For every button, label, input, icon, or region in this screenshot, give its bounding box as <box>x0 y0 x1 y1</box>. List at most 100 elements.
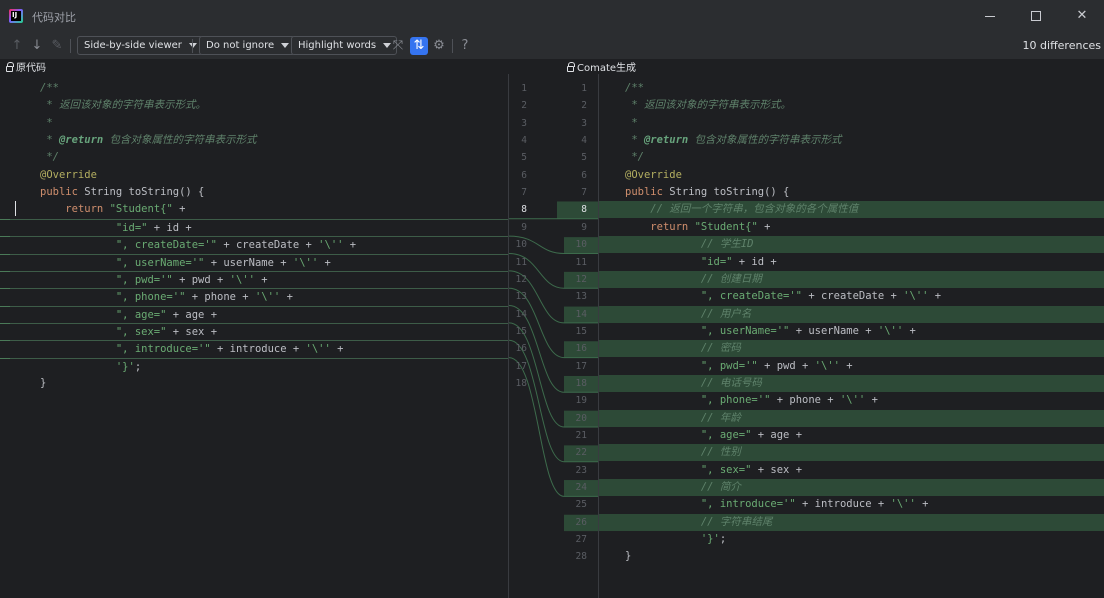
code-token: + <box>839 359 853 372</box>
pencil-icon[interactable]: ✎ <box>48 37 66 55</box>
code-token: @return <box>643 134 689 147</box>
code-line: ", sex=" + sex + <box>0 322 508 340</box>
code-token: // 密码 <box>700 342 741 355</box>
left-code-editor[interactable]: /** * 返回该对象的字符串表示形式。 * * @return 包含对象属性的… <box>0 74 508 598</box>
code-token: ", createDate='" <box>700 290 803 303</box>
sync-scroll-icon[interactable]: ⇅ <box>410 37 428 55</box>
line-number: 16 <box>515 343 527 355</box>
code-token: /** <box>625 82 644 94</box>
code-line: ", createDate='" + createDate + '\'' + <box>0 236 508 253</box>
line-number: 3 <box>581 117 587 129</box>
code-token: String toString() { <box>84 186 205 199</box>
code-line: "id=" + id + <box>0 218 508 236</box>
maximize-button[interactable] <box>1013 0 1059 32</box>
window-title: 代码对比 <box>32 11 76 24</box>
code-token: @return <box>58 134 104 147</box>
code-token: String toString() { <box>669 186 790 199</box>
arrow-up-icon[interactable]: ↑ <box>8 37 26 55</box>
diff-toolbar: ↑ ↓ ✎ Side-by-side viewer Do not ignore … <box>0 32 1104 59</box>
code-line: * <box>0 115 508 132</box>
code-token: + createDate + <box>802 290 904 303</box>
arrow-down-icon[interactable]: ↓ <box>28 37 46 55</box>
code-token: public <box>625 186 670 199</box>
change-marker <box>0 322 10 324</box>
highlight-mode-dropdown[interactable]: Highlight words <box>291 36 398 55</box>
code-line: ", phone='" + phone + '\'' + <box>599 392 1104 409</box>
code-line: return "Student{" + <box>0 201 508 218</box>
code-token: + <box>318 256 331 269</box>
code-token: * <box>625 134 644 147</box>
toolbar-separator <box>192 39 193 53</box>
change-marker <box>0 236 10 238</box>
code-token: '\'' <box>877 324 904 337</box>
change-marker <box>0 357 10 359</box>
code-token: + id + <box>732 255 777 268</box>
code-token: // 用户名 <box>700 307 752 320</box>
minimize-button[interactable] <box>967 0 1013 32</box>
code-line: '}'; <box>599 531 1104 548</box>
code-line: // 创建日期 <box>599 270 1104 288</box>
line-number: 1 <box>521 83 527 94</box>
help-icon[interactable]: ? <box>456 37 474 55</box>
code-token: '}' <box>115 360 135 373</box>
collapse-unchanged-icon[interactable]: ⤧ <box>389 37 407 55</box>
code-line: // 用户名 <box>599 305 1104 323</box>
code-token: "id=" <box>115 221 148 234</box>
code-line: ", age=" + age + <box>599 427 1104 444</box>
line-number: 19 <box>575 395 587 407</box>
code-token: * <box>40 134 59 147</box>
code-token: "Student{" <box>109 203 173 216</box>
ignore-mode-dropdown[interactable]: Do not ignore <box>199 36 296 55</box>
viewer-mode-dropdown[interactable]: Side-by-side viewer <box>77 36 203 55</box>
highlight-mode-label: Highlight words <box>298 40 377 51</box>
app-icon: IJ <box>9 9 23 23</box>
code-line: // 电话号码 <box>599 374 1104 392</box>
line-number: 14 <box>515 308 527 320</box>
code-token: + <box>343 239 357 252</box>
code-line: ", userName='" + userName + '\'' + <box>599 323 1104 340</box>
line-number: 14 <box>575 308 587 320</box>
ignore-mode-label: Do not ignore <box>206 40 275 51</box>
code-line: return "Student{" + <box>599 219 1104 236</box>
code-token: // 学生ID <box>700 238 754 251</box>
line-number: 13 <box>515 291 527 303</box>
code-line: ", sex=" + sex + <box>599 462 1104 479</box>
code-token: '\'' <box>839 394 866 407</box>
code-token: } <box>625 550 632 563</box>
code-token: ", pwd='" <box>700 359 758 372</box>
code-line: // 返回一个字符串，包含对象的各个属性值 <box>599 201 1104 219</box>
left-panel-header: 原代码 <box>6 59 46 74</box>
line-number: 23 <box>575 464 587 476</box>
line-number: 28 <box>575 551 587 563</box>
line-number: 15 <box>515 325 527 337</box>
code-token: * <box>625 116 638 129</box>
code-token: return <box>65 203 110 216</box>
lock-icon <box>567 62 575 72</box>
code-token: + phone + <box>770 394 840 407</box>
code-token: ", introduce='" <box>115 343 211 356</box>
right-code-editor[interactable]: /** * 返回该对象的字符串表示形式。 * * @return 包含对象属性的… <box>599 74 1104 598</box>
close-button[interactable]: ✕ <box>1059 0 1104 32</box>
line-number: 24 <box>575 482 587 494</box>
code-token: + pwd + <box>172 273 230 286</box>
line-number: 12 <box>575 273 587 285</box>
code-token: + userName + <box>789 324 878 337</box>
line-number: 13 <box>575 291 587 303</box>
code-token: return <box>650 220 695 233</box>
code-line: "id=" + id + <box>599 254 1104 271</box>
code-line: // 简介 <box>599 479 1104 497</box>
gear-icon[interactable]: ⚙ <box>430 37 448 55</box>
code-token: + <box>172 203 186 216</box>
code-token: "id=" <box>700 255 733 268</box>
code-line: * 返回该对象的字符串表示形式。 <box>599 97 1104 114</box>
